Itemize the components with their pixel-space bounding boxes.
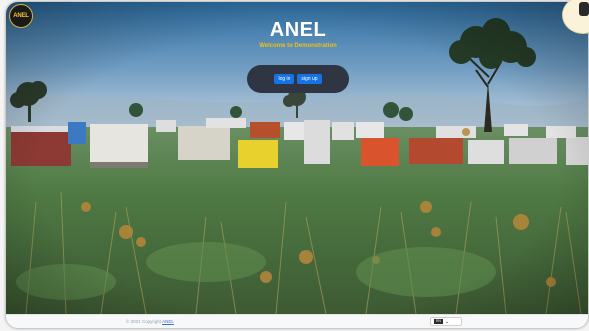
chevron-down-icon: ⌄ (445, 318, 450, 325)
logo-text: ANEL (13, 13, 29, 19)
browser-window: ANEL ANEL Welcome to Demonstration log i… (6, 2, 588, 328)
copyright-link[interactable]: ANEL (162, 319, 174, 324)
widget-handle-icon[interactable] (579, 2, 589, 16)
language-select[interactable]: EN ⌄ (430, 317, 462, 326)
copyright-prefix: © 2021 Copyright (126, 319, 162, 324)
site-subtitle: Welcome to Demonstration (259, 43, 337, 49)
footer: © 2021 Copyright ANEL EN ⌄ (6, 314, 588, 328)
hero-heading: ANEL Welcome to Demonstration (246, 19, 350, 50)
flag-icon: EN (434, 319, 443, 324)
login-button[interactable]: log in (274, 74, 295, 84)
site-title: ANEL (269, 19, 327, 41)
signup-button[interactable]: sign up (297, 74, 322, 84)
copyright-text: © 2021 Copyright ANEL (126, 319, 174, 324)
auth-panel: log in sign up (247, 65, 349, 93)
site-logo[interactable]: ANEL (9, 4, 33, 28)
